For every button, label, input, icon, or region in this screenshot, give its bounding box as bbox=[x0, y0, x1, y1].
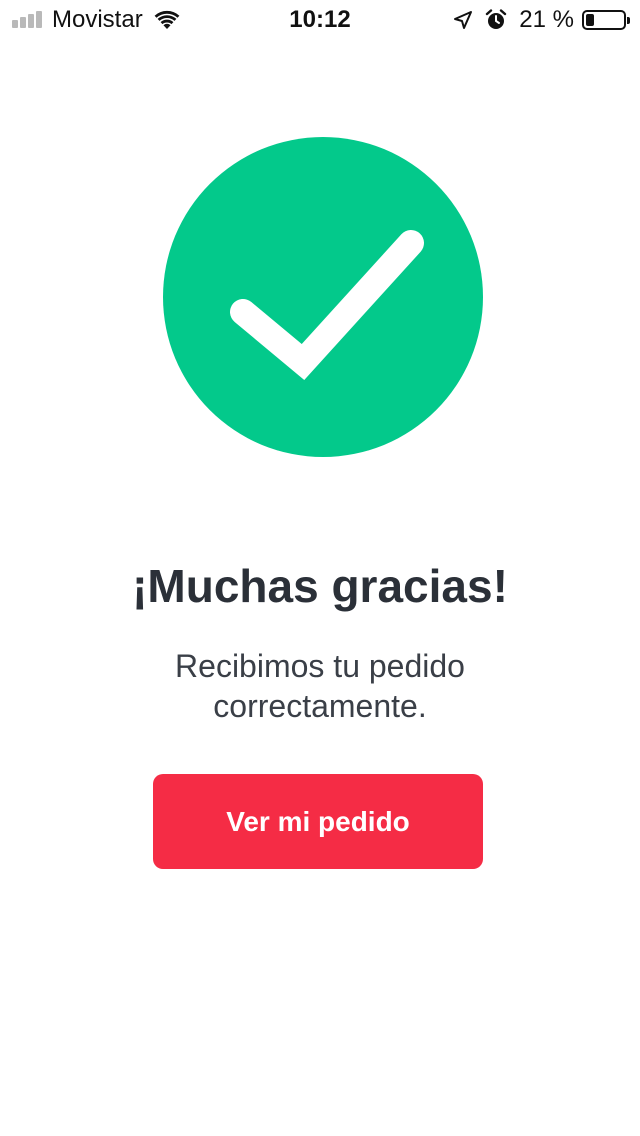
confirmation-message: Recibimos tu pedido correctamente. bbox=[175, 648, 465, 724]
status-bar-right: 21 % bbox=[453, 6, 630, 34]
alarm-icon bbox=[486, 9, 507, 29]
checkmark-circle-icon bbox=[163, 137, 483, 457]
battery-percentage: 21 % bbox=[519, 6, 574, 33]
view-order-button[interactable]: Ver mi pedido bbox=[153, 774, 483, 869]
battery-icon bbox=[582, 10, 630, 30]
status-bar: Movistar 10:12 21 % bbox=[0, 0, 640, 40]
page-title: ¡Muchas gracias! bbox=[132, 560, 508, 612]
location-arrow-icon bbox=[454, 11, 473, 29]
battery-level-fill bbox=[586, 14, 594, 26]
